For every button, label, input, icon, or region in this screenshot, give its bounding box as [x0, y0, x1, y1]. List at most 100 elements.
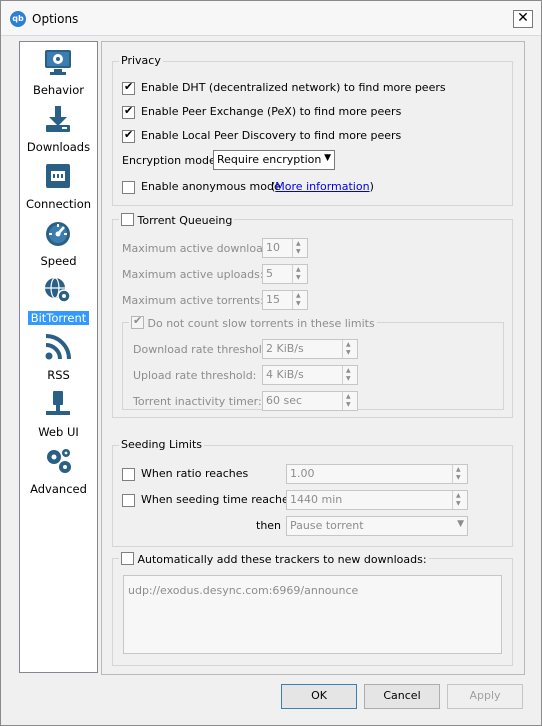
trackers-group: Automatically add these trackers to new …: [112, 550, 513, 666]
sidebar-item-advanced[interactable]: Advanced: [20, 443, 97, 499]
download-threshold-spinbox[interactable]: 2 KiB/s ▲ ▼: [262, 339, 358, 359]
close-button[interactable]: ✕: [513, 10, 533, 28]
chevron-down-icon: ▼: [457, 519, 464, 529]
seeding-time-label: When seeding time reaches: [141, 493, 295, 506]
max-torrents-value: 15: [266, 293, 280, 306]
sidebar-item-rss[interactable]: RSS: [20, 329, 97, 385]
chevron-down-icon: ▼: [346, 349, 351, 356]
checkmark-icon: ✔: [124, 128, 134, 141]
chevron-up-icon: ▲: [456, 466, 461, 473]
cancel-button[interactable]: Cancel: [364, 684, 440, 709]
sidebar-item-bittorrent[interactable]: BitTorrent: [20, 272, 97, 328]
max-uploads-label: Maximum active uploads:: [122, 268, 264, 281]
max-downloads-spinbox[interactable]: 10 ▲ ▼: [262, 238, 308, 258]
chevron-up-icon: ▲: [296, 266, 301, 273]
chevron-up-icon: ▲: [346, 367, 351, 374]
max-downloads-value: 10: [266, 241, 280, 254]
sidebar-label-downloads: Downloads: [26, 140, 91, 154]
chevron-down-icon: ▼: [324, 153, 331, 163]
trackers-textarea[interactable]: udp://exodus.desync.com:6969/announce: [123, 575, 502, 654]
upload-threshold-value: 4 KiB/s: [266, 368, 304, 381]
pex-label: Enable Peer Exchange (PeX) to find more …: [141, 105, 402, 118]
speedometer-icon: [46, 222, 70, 246]
inactivity-timer-spinbox[interactable]: 60 sec ▲ ▼: [262, 391, 358, 411]
chevron-down-icon: ▼: [456, 500, 461, 507]
sidebar-item-connection[interactable]: Connection: [20, 158, 97, 214]
sidebar-label-rss: RSS: [47, 368, 70, 382]
upload-threshold-label: Upload rate threshold:: [133, 369, 257, 382]
seeding-time-check[interactable]: [122, 494, 135, 507]
seeding-limits-group: Seeding Limits When ratio reaches 1.00 ▲…: [112, 438, 513, 547]
spin-arrows-icon[interactable]: ▲ ▼: [452, 491, 467, 509]
ratio-check[interactable]: [122, 468, 135, 481]
title-bar: qb Options ✕: [1, 1, 541, 36]
then-action-value: Pause torrent: [290, 519, 364, 532]
sidebar-item-webui[interactable]: Web UI: [20, 386, 97, 442]
chevron-down-icon: ▼: [296, 300, 301, 307]
sidebar-item-speed[interactable]: Speed: [20, 215, 97, 271]
spin-arrows-icon[interactable]: ▲ ▼: [292, 265, 307, 283]
spin-arrows-icon[interactable]: ▲ ▼: [292, 239, 307, 257]
sidebar-item-downloads[interactable]: Downloads: [20, 101, 97, 157]
encryption-mode-value: Require encryption: [217, 153, 322, 166]
apply-button[interactable]: Apply: [447, 684, 523, 709]
chevron-down-icon: ▼: [296, 248, 301, 255]
category-sidebar: Behavior Downloads Connection Speed BitT…: [19, 41, 98, 673]
lpd-check[interactable]: ✔: [122, 128, 135, 143]
anonymous-mode-check[interactable]: [122, 181, 135, 194]
ratio-value: 1.00: [290, 467, 315, 480]
qbittorrent-app-icon: qb: [10, 11, 26, 27]
slow-torrents-group: ✔ Do not count slow torrents in these li…: [122, 314, 504, 411]
sidebar-label-speed: Speed: [40, 254, 77, 268]
ok-button[interactable]: OK: [281, 684, 357, 709]
network-port-icon: [46, 164, 70, 188]
chevron-down-icon: ▼: [346, 375, 351, 382]
checkmark-icon: ✔: [124, 104, 134, 117]
gears-icon: [47, 449, 71, 473]
options-window: qb Options ✕ Behavior Downloads Connecti…: [0, 0, 542, 726]
spin-arrows-icon[interactable]: ▲ ▼: [342, 340, 357, 358]
trackers-check[interactable]: [121, 552, 134, 565]
queueing-check[interactable]: [121, 213, 134, 226]
slow-torrents-title: Do not count slow torrents in these limi…: [147, 317, 375, 330]
chevron-down-icon: ▼: [346, 401, 351, 408]
chevron-down-icon: ▼: [456, 474, 461, 481]
seeding-limits-title: Seeding Limits: [119, 438, 205, 451]
lpd-label: Enable Local Peer Discovery to find more…: [141, 129, 402, 142]
spin-arrows-icon[interactable]: ▲ ▼: [452, 465, 467, 483]
inactivity-timer-value: 60 sec: [266, 394, 303, 407]
max-torrents-spinbox[interactable]: 15 ▲ ▼: [262, 290, 308, 310]
dht-check[interactable]: ✔: [122, 80, 135, 95]
download-icon: [46, 106, 70, 132]
max-uploads-spinbox[interactable]: 5 ▲ ▼: [262, 264, 308, 284]
sidebar-label-advanced: Advanced: [30, 482, 87, 496]
dht-label: Enable DHT (decentralized network) to fi…: [141, 81, 446, 94]
sidebar-label-behavior: Behavior: [32, 83, 85, 97]
seeding-time-spinbox[interactable]: 1440 min ▲ ▼: [286, 490, 468, 510]
trackers-text: udp://exodus.desync.com:6969/announce: [128, 584, 359, 597]
rss-icon: [45, 334, 71, 360]
then-action-select[interactable]: Pause torrent ▼: [286, 516, 468, 536]
upload-threshold-spinbox[interactable]: 4 KiB/s ▲ ▼: [262, 365, 358, 385]
spin-arrows-icon[interactable]: ▲ ▼: [342, 392, 357, 410]
more-information: (More information): [271, 180, 374, 196]
sidebar-label-webui: Web UI: [38, 425, 79, 439]
slow-torrents-check[interactable]: ✔: [131, 314, 144, 329]
chevron-up-icon: ▲: [346, 341, 351, 348]
more-information-link[interactable]: More information: [275, 180, 369, 193]
spin-arrows-icon[interactable]: ▲ ▼: [292, 291, 307, 309]
sidebar-item-behavior[interactable]: Behavior: [20, 44, 97, 100]
chevron-down-icon: ▼: [296, 274, 301, 281]
privacy-title: Privacy: [119, 54, 163, 67]
slow-torrents-header[interactable]: ✔ Do not count slow torrents in these li…: [129, 314, 377, 330]
torrent-queueing-group: Torrent Queueing Maximum active download…: [112, 211, 513, 418]
chevron-up-icon: ▲: [296, 240, 301, 247]
encryption-mode-select[interactable]: Require encryption ▼: [213, 150, 335, 170]
trackers-header[interactable]: Automatically add these trackers to new …: [119, 550, 429, 566]
pex-check[interactable]: ✔: [122, 104, 135, 119]
queueing-header[interactable]: Torrent Queueing: [119, 211, 235, 227]
checkmark-icon: ✔: [124, 80, 134, 93]
spin-arrows-icon[interactable]: ▲ ▼: [342, 366, 357, 384]
paren-close: ): [369, 180, 374, 193]
ratio-spinbox[interactable]: 1.00 ▲ ▼: [286, 464, 468, 484]
